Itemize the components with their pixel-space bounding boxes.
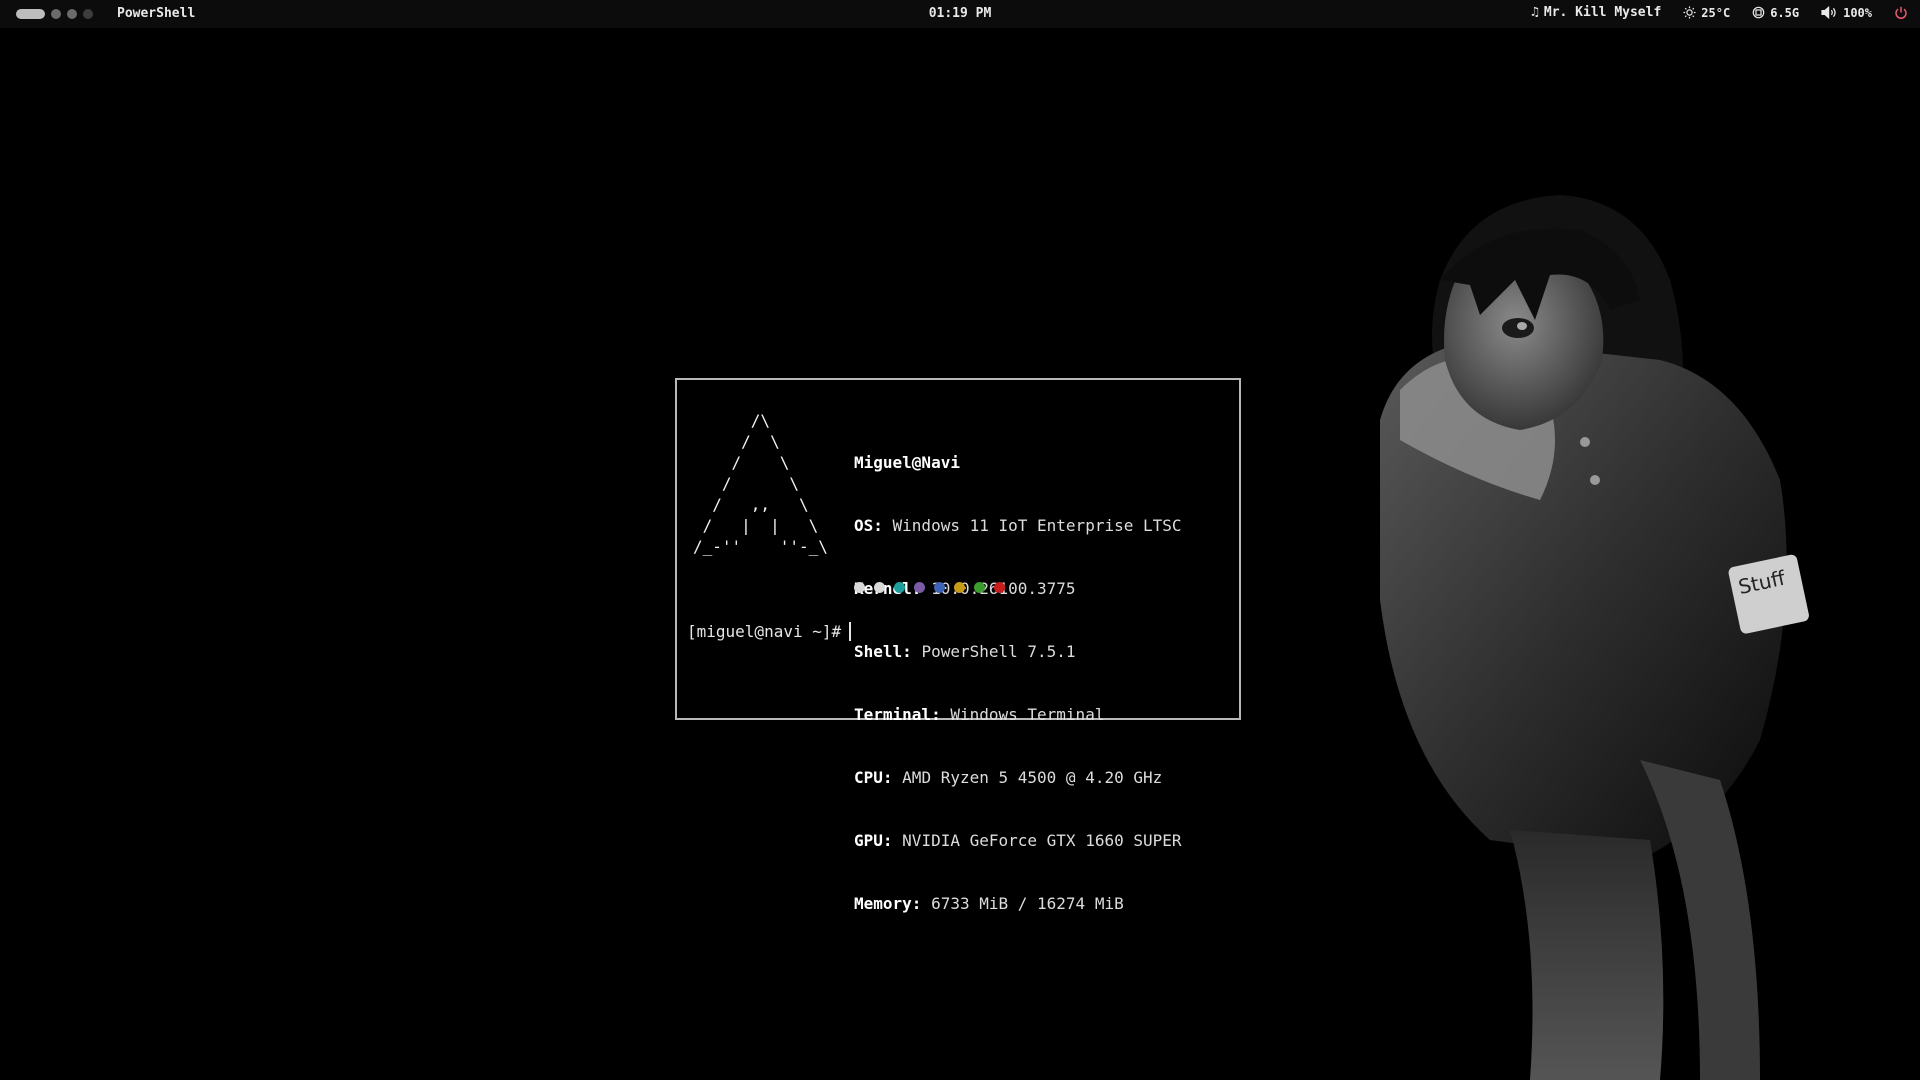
info-row-terminal: Terminal: Windows Terminal: [854, 705, 1105, 724]
memory-widget[interactable]: 6.5G: [1752, 6, 1799, 20]
power-button[interactable]: [1894, 6, 1908, 20]
info-row-shell: Shell: PowerShell 7.5.1: [854, 642, 1076, 661]
shell-prompt[interactable]: [miguel@navi ~]#: [687, 621, 852, 642]
wallpaper-anime-figure: Stuff: [1380, 195, 1809, 1080]
info-row-memory: Memory: 6733 MiB / 16274 MiB: [854, 894, 1124, 913]
ascii-logo: /\ / \ / \ / \ / ,, \ / | | \ /_-'' ''-_…: [693, 411, 828, 556]
color-swatch: [894, 582, 905, 593]
color-palette: [854, 582, 1005, 593]
speaker-icon: [1821, 6, 1838, 19]
color-swatch: [854, 582, 865, 593]
terminal-window[interactable]: /\ / \ / \ / \ / ,, \ / | | \ /_-'' ''-_…: [675, 378, 1241, 913]
color-swatch: [974, 582, 985, 593]
music-title: Mr. Kill Myself: [1543, 5, 1662, 20]
workspace-4[interactable]: [83, 9, 93, 19]
workspace-2[interactable]: [51, 9, 61, 19]
clock[interactable]: 01:19 PM: [929, 6, 992, 21]
active-window-title: PowerShell: [117, 6, 196, 21]
prompt-text: [miguel@navi ~]#: [687, 622, 842, 641]
text-cursor: [849, 622, 852, 641]
color-swatch: [934, 582, 945, 593]
power-icon: [1894, 6, 1908, 20]
sun-icon: [1683, 6, 1696, 19]
workspace-1-active[interactable]: [16, 9, 45, 19]
color-swatch: [874, 582, 885, 593]
system-info: Miguel@Navi OS: Windows 11 IoT Enterpris…: [854, 410, 1182, 956]
info-row-gpu: GPU: NVIDIA GeForce GTX 1660 SUPER: [854, 831, 1182, 850]
workspace-indicator: [16, 9, 93, 19]
top-bar: PowerShell 01:19 PM ♫ Mr. Kill Myself 25…: [0, 0, 1920, 28]
status-area: ♫ Mr. Kill Myself 25°C 6.5G 100%: [1531, 5, 1908, 20]
color-swatch: [994, 582, 1005, 593]
info-row-cpu: CPU: AMD Ryzen 5 4500 @ 4.20 GHz: [854, 768, 1163, 787]
info-row-os: OS: Windows 11 IoT Enterprise LTSC: [854, 516, 1182, 535]
volume-value: 100%: [1843, 5, 1872, 20]
color-swatch: [954, 582, 965, 593]
user-host: Miguel@Navi: [854, 453, 960, 472]
temperature-value: 25°C: [1701, 5, 1731, 20]
memory-value: 6.5G: [1770, 5, 1800, 20]
volume-widget[interactable]: 100%: [1821, 6, 1872, 20]
weather-widget[interactable]: 25°C: [1683, 6, 1730, 20]
memory-chip-icon: [1752, 6, 1765, 19]
color-swatch: [914, 582, 925, 593]
workspace-3[interactable]: [67, 9, 77, 19]
music-widget[interactable]: ♫ Mr. Kill Myself: [1531, 5, 1661, 20]
music-note-icon: ♫: [1531, 5, 1539, 20]
